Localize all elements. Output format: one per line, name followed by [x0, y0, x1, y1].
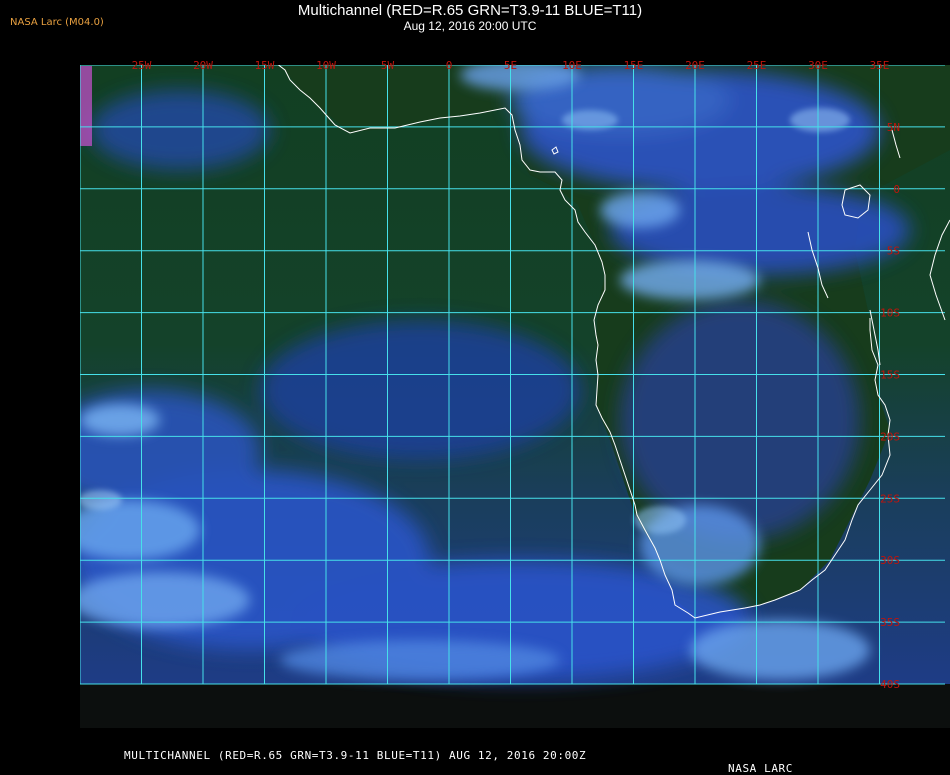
longitude-label: 20W: [193, 59, 213, 72]
latitude-label: 15S: [880, 369, 900, 382]
satellite-map: 25W 20W 15W 10W 5W 0 5E 10E 15E 20E 25E 30E 35E 5N 0 5S…: [80, 59, 950, 728]
longitude-label: 15W: [255, 59, 275, 72]
latitude-label: 40S: [880, 678, 900, 691]
latitude-label: 30S: [880, 554, 900, 567]
latitude-label: 35S: [880, 616, 900, 629]
latitude-label: 0: [893, 183, 900, 196]
longitude-label: 25E: [747, 59, 767, 72]
footer-bar: MULTICHANNEL (RED=R.65 GRN=T3.9-11 BLUE=…: [0, 736, 950, 775]
longitude-label: 15E: [624, 59, 644, 72]
footer-caption: MULTICHANNEL (RED=R.65 GRN=T3.9-11 BLUE=…: [124, 749, 587, 762]
longitude-label: 10W: [316, 59, 336, 72]
latitude-label: 5S: [887, 245, 900, 258]
latitude-label: 10S: [880, 307, 900, 320]
latitude-label: 25S: [880, 492, 900, 505]
longitude-label: 5W: [381, 59, 395, 72]
longitude-label: 35E: [870, 59, 890, 72]
longitude-label: 10E: [562, 59, 582, 72]
imagery-layer: [80, 65, 950, 728]
longitude-label: 25W: [132, 59, 152, 72]
longitude-label: 20E: [685, 59, 705, 72]
latitude-label: 5N: [887, 121, 900, 134]
longitude-label: 5E: [504, 59, 517, 72]
longitude-label: 30E: [808, 59, 828, 72]
longitude-label: 0: [446, 59, 453, 72]
footer-source: NASA LARC: [728, 762, 794, 775]
latitude-label: 20S: [880, 430, 900, 443]
